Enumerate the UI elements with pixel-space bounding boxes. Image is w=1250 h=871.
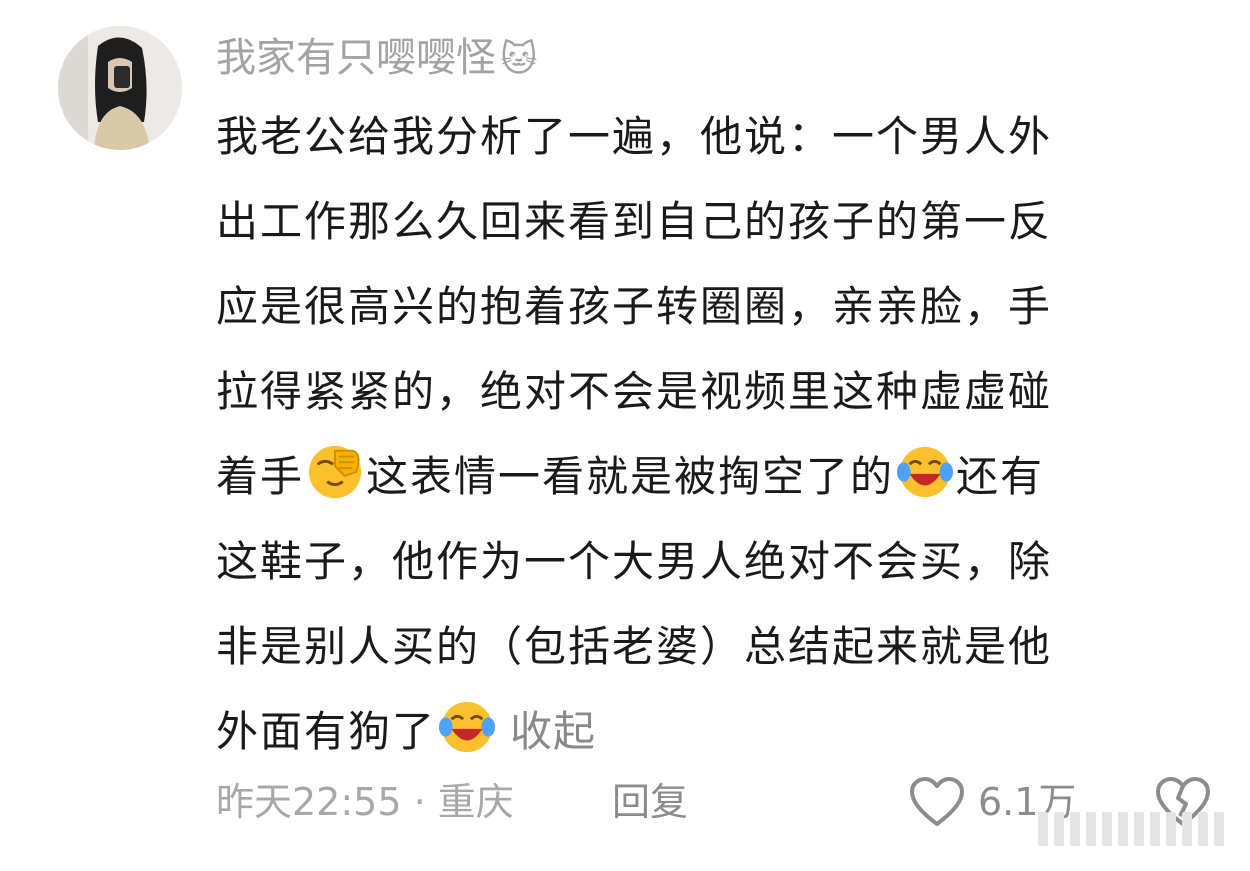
comment-body: 我老公给我分析了一遍，他说：一个男人外 出工作那么久回来看到自己的孩子的第一反 … — [216, 94, 1216, 774]
comment-line: 非是别人买的（包括老婆）总结起来就是他 — [216, 622, 1053, 671]
collapse-link[interactable]: 收起 — [510, 707, 596, 756]
facepalm-emoji-icon — [308, 445, 362, 499]
username[interactable]: 我家有只嘤嘤怪 🐱 — [216, 32, 538, 84]
comment-line: 出工作那么久回来看到自己的孩子的第一反 — [216, 197, 1053, 246]
comment-text: 外面有狗了 — [216, 707, 437, 756]
comment-line: 这鞋子，他作为一个大男人绝对不会买，除 — [216, 537, 1053, 586]
comment-line: 拉得紧紧的，绝对不会是视频里这种虚虚碰 — [216, 367, 1053, 416]
comment-text: 着手 — [216, 452, 305, 501]
comment-text: 还有 — [956, 452, 1045, 501]
avatar[interactable] — [58, 26, 182, 150]
watermark — [1038, 812, 1234, 852]
comment-text: 这表情一看就是被掏空了的 — [366, 452, 895, 501]
comment-line-with-emoji: 外面有狗了 收起 — [216, 689, 1216, 774]
username-text: 我家有只嘤嘤怪 — [216, 35, 496, 81]
comment-line-with-emoji: 着手 这表情一看就是被掏空了的 还有 — [216, 434, 1216, 519]
laughing-tears-emoji-icon — [896, 446, 954, 498]
comment-line: 应是很高兴的抱着孩子转圈圈，亲亲脸，手 — [216, 282, 1053, 331]
avatar-image — [58, 26, 182, 150]
heart-outline-icon[interactable] — [908, 776, 966, 828]
laughing-tears-emoji-icon — [438, 701, 496, 753]
comment-line: 我老公给我分析了一遍，他说：一个男人外 — [216, 112, 1053, 161]
cat-emoji-icon: 🐱 — [500, 39, 538, 80]
comment-meta: 昨天22:55 · 重庆 — [216, 780, 514, 824]
reply-button[interactable]: 回复 — [612, 772, 688, 832]
